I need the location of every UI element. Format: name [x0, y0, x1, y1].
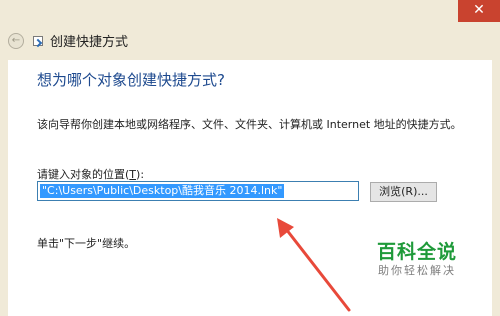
location-value: "C:\Users\Public\Desktop\酷我音乐 2014.lnk" [40, 184, 285, 198]
wizard-description: 该向导帮你创建本地或网络程序、文件、文件夹、计算机或 Internet 地址的快… [37, 118, 462, 131]
next-instruction: 单击"下一步"继续。 [37, 237, 136, 250]
page-heading: 想为哪个对象创建快捷方式? [37, 71, 225, 89]
close-button[interactable]: ✕ [458, 0, 500, 22]
window-title: 创建快捷方式 [50, 35, 129, 50]
browse-button[interactable]: 浏览(R)... [370, 182, 437, 202]
shortcut-wizard-icon [33, 36, 43, 46]
watermark: 百科全说 助你轻松解决 [362, 240, 472, 278]
location-label: 请键入对象的位置(T): [37, 168, 145, 181]
title-bar: ✕ ← 创建快捷方式 [0, 0, 500, 60]
watermark-subtitle: 助你轻松解决 [378, 264, 456, 277]
location-input[interactable]: "C:\Users\Public\Desktop\酷我音乐 2014.lnk" [37, 181, 359, 201]
create-shortcut-window: ✕ ← 创建快捷方式 想为哪个对象创建快捷方式? 该向导帮你创建本地或网络程序、… [0, 0, 500, 316]
watermark-title: 百科全说 [376, 241, 457, 263]
back-arrow-icon[interactable]: ← [8, 33, 24, 49]
